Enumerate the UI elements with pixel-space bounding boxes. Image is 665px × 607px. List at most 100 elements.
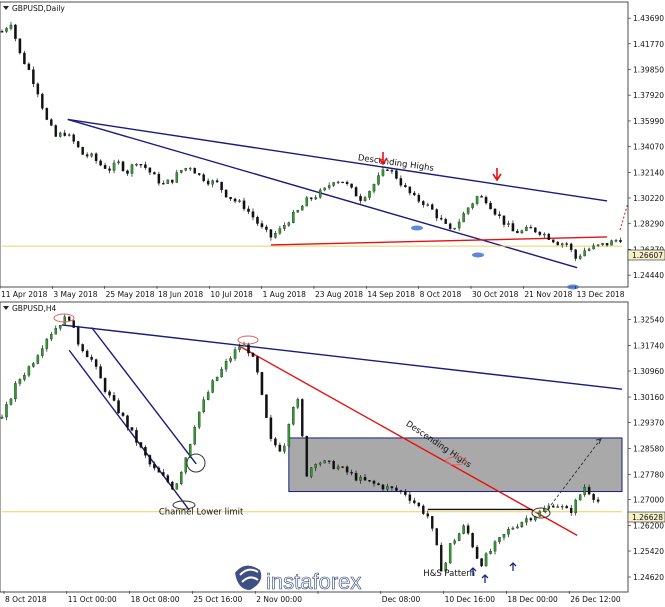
x-tick-label: 30 Oct 2018 (472, 290, 519, 299)
y-tick-label: 1.41770 (633, 40, 664, 49)
candle-bear (23, 52, 26, 65)
candle-bear (108, 391, 111, 396)
candle-bull (63, 316, 66, 326)
candle-bull (543, 233, 546, 236)
candle-bull (511, 527, 515, 530)
candle-bear (574, 249, 577, 259)
candle-bear (121, 161, 125, 171)
candle-bull (27, 366, 31, 376)
candle-bear (251, 352, 255, 357)
candle-bear (493, 208, 497, 215)
candle-bear (144, 447, 147, 456)
candle-bull (457, 221, 461, 229)
candle-bear (130, 427, 134, 431)
candle-bull (466, 207, 470, 214)
candle-bull (242, 344, 246, 347)
candle-bull (453, 540, 456, 544)
candle-bear (247, 344, 250, 354)
candle-bear (341, 181, 344, 184)
candle-bear (85, 350, 89, 358)
y-tick-label: 1.28290 (633, 220, 664, 229)
candle-bear (363, 477, 367, 481)
candle-bull (180, 170, 183, 173)
candle-bull (59, 325, 62, 329)
candle-bear (354, 472, 358, 481)
candle-bear (426, 513, 430, 517)
x-tick-label: Dec 08:00 (382, 595, 421, 604)
candle-bear (516, 230, 519, 234)
candle-bear (466, 525, 470, 534)
y-tick-label: 1.30960 (633, 367, 664, 376)
candle-bear (45, 108, 49, 120)
candle-bull (202, 399, 205, 413)
candle-bull (489, 551, 492, 554)
candle-bear (76, 141, 80, 148)
candle-bear (265, 394, 268, 418)
candle-bear (81, 146, 84, 155)
candle-bear (139, 442, 143, 448)
candle-bull (560, 505, 564, 508)
candle-bull (233, 349, 237, 359)
candle-bear (256, 217, 259, 224)
candle-bear (117, 400, 120, 414)
candle-bull (274, 233, 277, 238)
candle-bull (314, 464, 317, 469)
candle-bear (14, 24, 17, 39)
candle-bear (439, 217, 443, 220)
candle-bull (296, 399, 300, 408)
candle-bull (117, 161, 120, 164)
candle-bear (72, 320, 75, 328)
y-tick-label: 1.27000 (633, 496, 664, 505)
candle-bear (233, 198, 237, 202)
daily-current-price-box: 1.26607 (627, 249, 665, 261)
candle-bear (404, 491, 407, 495)
candle-bear (278, 444, 282, 452)
candle-bull (520, 522, 524, 528)
candle-bear (552, 505, 555, 508)
candle-bear (529, 226, 533, 229)
candle-bear (67, 316, 71, 321)
candle-bull (318, 462, 322, 465)
candle-bear (54, 125, 58, 137)
candle-bear (605, 243, 609, 246)
candle-bear (471, 533, 474, 548)
candle-bear (215, 180, 219, 183)
candle-bull (0, 416, 4, 419)
candle-bull (283, 445, 286, 452)
candle-bull (601, 243, 604, 245)
candle-bear (166, 475, 170, 483)
x-tick-label: 3 May 2018 (53, 290, 97, 299)
x-tick-label: 25 Oct 16:00 (193, 595, 242, 604)
candle-bear (260, 372, 264, 395)
candle-bull (130, 164, 134, 174)
candle-bull (457, 533, 461, 541)
candle-bear (417, 194, 421, 202)
x-tick-label: 11 Oct 00:00 (68, 595, 117, 604)
candle-bull (471, 203, 474, 208)
candle-bear (439, 544, 443, 572)
candle-bull (453, 227, 456, 230)
candle-bear (341, 466, 344, 468)
candle-bear (592, 493, 595, 500)
candle-bull (135, 164, 138, 166)
touch-marker-icon (411, 225, 423, 231)
candle-bull (462, 213, 465, 223)
candle-bull (336, 466, 340, 470)
candle-bear (596, 499, 600, 502)
y-tick-label: 1.24440 (633, 271, 664, 280)
candle-bear (534, 227, 537, 233)
candle-bull (583, 487, 586, 495)
candle-bull (359, 477, 362, 481)
candle-bear (153, 172, 156, 175)
candle-bear (368, 480, 371, 482)
candle-bear (417, 502, 421, 507)
candle-bear (251, 211, 255, 218)
candle-bull (516, 526, 519, 529)
candle-bear (475, 546, 479, 559)
candle-bear (413, 500, 416, 504)
candle-bear (269, 229, 273, 238)
candle-bull (184, 457, 188, 473)
candle-bull (610, 240, 613, 246)
candle-bear (256, 356, 259, 373)
candle-bear (547, 233, 551, 240)
